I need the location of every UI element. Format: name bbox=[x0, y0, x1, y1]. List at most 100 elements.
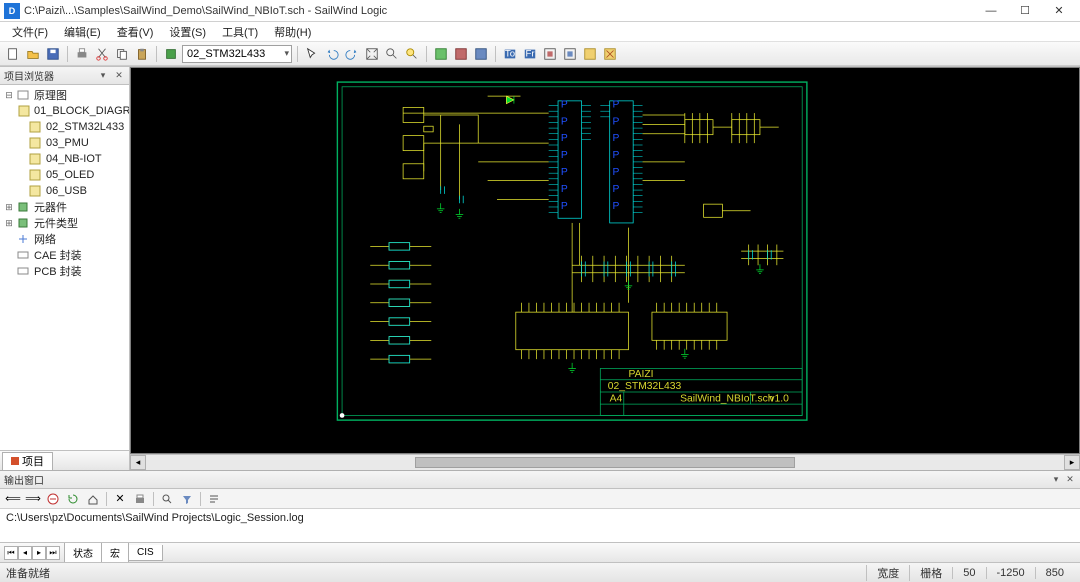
out-refresh-icon[interactable] bbox=[64, 491, 82, 507]
minimize-button[interactable]: — bbox=[974, 1, 1008, 21]
mode5-icon[interactable] bbox=[581, 45, 599, 63]
out-wrap-icon[interactable] bbox=[205, 491, 223, 507]
schematic-canvas[interactable]: PAIZI 02_STM32L433 A4 SailWind_NBIoT.sch… bbox=[131, 68, 1079, 453]
tabs-next-icon[interactable]: ▸ bbox=[32, 546, 46, 560]
svg-text:P: P bbox=[561, 150, 568, 161]
out-back-icon[interactable]: ⟸ bbox=[4, 491, 22, 507]
svg-text:P: P bbox=[561, 184, 568, 195]
horizontal-scrollbar[interactable]: ◂ ▸ bbox=[130, 454, 1080, 470]
menu-edit[interactable]: 编辑(E) bbox=[56, 22, 109, 42]
output-close-icon[interactable]: ✕ bbox=[1064, 474, 1076, 486]
maximize-button[interactable]: ☐ bbox=[1008, 1, 1042, 21]
tree-sheet-01[interactable]: 01_BLOCK_DIAGRAM bbox=[0, 103, 129, 119]
tree-sheet-05[interactable]: 05_OLED bbox=[0, 167, 129, 183]
scroll-right-icon[interactable]: ▸ bbox=[1064, 455, 1080, 470]
tab-macro[interactable]: 宏 bbox=[101, 543, 129, 563]
tabs-last-icon[interactable]: ⏭ bbox=[46, 546, 60, 560]
cut-icon[interactable] bbox=[93, 45, 111, 63]
svg-text:SailWind_NBIoT.sch: SailWind_NBIoT.sch bbox=[680, 393, 774, 404]
svg-text:P: P bbox=[613, 201, 620, 212]
tree-sheet-04[interactable]: 04_NB-IOT bbox=[0, 151, 129, 167]
select-icon[interactable] bbox=[303, 45, 321, 63]
svg-text:PAIZI: PAIZI bbox=[628, 369, 653, 380]
svg-text:02_STM32L433: 02_STM32L433 bbox=[608, 381, 682, 392]
new-icon[interactable] bbox=[4, 45, 22, 63]
scroll-thumb[interactable] bbox=[415, 457, 795, 468]
output-body[interactable]: C:\Users\pz\Documents\SailWind Projects\… bbox=[0, 509, 1080, 542]
tree-root-schematic[interactable]: ⊟ 原理图 bbox=[0, 87, 129, 103]
svg-text:P: P bbox=[613, 167, 620, 178]
out-print-icon[interactable] bbox=[131, 491, 149, 507]
out-clear-icon[interactable]: ✕ bbox=[111, 491, 129, 507]
tree-part-types[interactable]: ⊞元件类型 bbox=[0, 215, 129, 231]
panel-close-icon[interactable]: ✕ bbox=[113, 70, 125, 82]
project-tree[interactable]: ⊟ 原理图 01_BLOCK_DIAGRAM 02_STM32L433 03_P… bbox=[0, 85, 129, 450]
left-tab-project[interactable]: 项目 bbox=[2, 452, 53, 470]
out-forward-icon[interactable]: ⟹ bbox=[24, 491, 42, 507]
tree-pcb-decals[interactable]: PCB 封装 bbox=[0, 263, 129, 279]
copy-icon[interactable] bbox=[113, 45, 131, 63]
mode3-icon[interactable] bbox=[541, 45, 559, 63]
tree-sheet-06[interactable]: 06_USB bbox=[0, 183, 129, 199]
out-filter-icon[interactable] bbox=[178, 491, 196, 507]
status-y: 850 bbox=[1035, 567, 1074, 579]
menu-bar: 文件(F) 编辑(E) 查看(V) 设置(S) 工具(T) 帮助(H) bbox=[0, 22, 1080, 42]
svg-text:P: P bbox=[561, 116, 568, 127]
tab-status[interactable]: 状态 bbox=[64, 543, 102, 563]
tree-sheet-03[interactable]: 03_PMU bbox=[0, 135, 129, 151]
menu-view[interactable]: 查看(V) bbox=[109, 22, 162, 42]
output-panel: 输出窗口 ▾ ✕ ⟸ ⟹ ✕ C:\Users\pz\Documents\Sai… bbox=[0, 470, 1080, 542]
status-bar: 准备就绪 宽度 栅格 50 -1250 850 bbox=[0, 562, 1080, 582]
sheet-icon[interactable] bbox=[162, 45, 180, 63]
menu-tools[interactable]: 工具(T) bbox=[214, 22, 266, 42]
bottom-tabs: ⏮ ◂ ▸ ⏭ 状态 宏 CIS bbox=[0, 542, 1080, 562]
tree-sheet-02[interactable]: 02_STM32L433 bbox=[0, 119, 129, 135]
tabs-first-icon[interactable]: ⏮ bbox=[4, 546, 18, 560]
zoom-extent-icon[interactable] bbox=[363, 45, 381, 63]
status-text: 准备就绪 bbox=[6, 565, 866, 581]
open-icon[interactable] bbox=[24, 45, 42, 63]
mode4-icon[interactable] bbox=[561, 45, 579, 63]
output-dropdown-icon[interactable]: ▾ bbox=[1050, 474, 1062, 486]
close-button[interactable]: ✕ bbox=[1042, 1, 1076, 21]
out-stop-icon[interactable] bbox=[44, 491, 62, 507]
mode6-icon[interactable] bbox=[601, 45, 619, 63]
zoom-window-icon[interactable] bbox=[403, 45, 421, 63]
panel-dropdown-icon[interactable]: ▾ bbox=[97, 70, 109, 82]
canvas-area: PAIZI 02_STM32L433 A4 SailWind_NBIoT.sch… bbox=[130, 66, 1080, 470]
svg-text:P: P bbox=[613, 116, 620, 127]
output-toolbar: ⟸ ⟹ ✕ bbox=[0, 489, 1080, 509]
tree-components[interactable]: ⊞元器件 bbox=[0, 199, 129, 215]
svg-text:P: P bbox=[561, 201, 568, 212]
save-icon[interactable] bbox=[44, 45, 62, 63]
paste-icon[interactable] bbox=[133, 45, 151, 63]
project-browser-header: 项目浏览器 ▾ ✕ bbox=[0, 67, 129, 85]
tabs-prev-icon[interactable]: ◂ bbox=[18, 546, 32, 560]
tree-cae-decals[interactable]: CAE 封装 bbox=[0, 247, 129, 263]
output-title: 输出窗口 bbox=[4, 472, 1048, 487]
tab-cis[interactable]: CIS bbox=[128, 545, 163, 561]
menu-help[interactable]: 帮助(H) bbox=[266, 22, 319, 42]
out-home-icon[interactable] bbox=[84, 491, 102, 507]
undo-icon[interactable] bbox=[323, 45, 341, 63]
menu-setup[interactable]: 设置(S) bbox=[161, 22, 214, 42]
layer1-icon[interactable] bbox=[432, 45, 450, 63]
mode2-icon[interactable]: Fr bbox=[521, 45, 539, 63]
svg-text:Fr: Fr bbox=[525, 48, 535, 59]
redo-icon[interactable] bbox=[343, 45, 361, 63]
layer3-icon[interactable] bbox=[472, 45, 490, 63]
tree-nets[interactable]: 网络 bbox=[0, 231, 129, 247]
print-icon[interactable] bbox=[73, 45, 91, 63]
zoom-icon[interactable] bbox=[383, 45, 401, 63]
out-find-icon[interactable] bbox=[158, 491, 176, 507]
scroll-left-icon[interactable]: ◂ bbox=[130, 455, 146, 470]
svg-text:To: To bbox=[505, 48, 515, 59]
sheet-selector[interactable]: 02_STM32L433 bbox=[182, 45, 292, 63]
window-title: C:\Paizi\...\Samples\SailWind_Demo\SailW… bbox=[24, 5, 974, 17]
svg-text:P: P bbox=[613, 99, 620, 110]
svg-text:P: P bbox=[561, 133, 568, 144]
layer2-icon[interactable] bbox=[452, 45, 470, 63]
mode1-icon[interactable]: To bbox=[501, 45, 519, 63]
svg-text:P: P bbox=[613, 150, 620, 161]
menu-file[interactable]: 文件(F) bbox=[4, 22, 56, 42]
